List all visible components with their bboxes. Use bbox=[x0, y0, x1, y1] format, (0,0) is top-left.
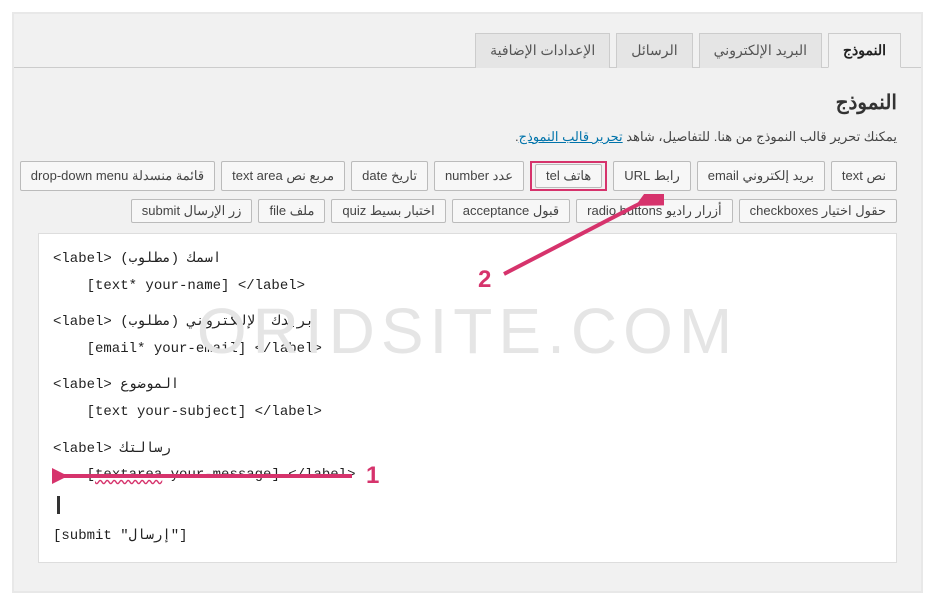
tag-textarea[interactable]: مربع نص text area bbox=[221, 161, 345, 191]
tag-checkboxes[interactable]: حقول اختيار checkboxes bbox=[739, 199, 897, 223]
tag-dropdown[interactable]: قائمة منسدلة drop-down menu bbox=[20, 161, 215, 191]
tag-row-1: نص text بريد إلكتروني email رابط URL هات… bbox=[38, 161, 897, 191]
tag-number[interactable]: عدد number bbox=[434, 161, 524, 191]
tag-quiz[interactable]: اختبار بسيط quiz bbox=[331, 199, 445, 223]
tag-radio[interactable]: أزرار راديو radio buttons bbox=[576, 199, 732, 223]
editor-line: <label> الموضوع bbox=[53, 372, 882, 399]
tab-form[interactable]: النموذج bbox=[828, 33, 901, 68]
tag-url[interactable]: رابط URL bbox=[613, 161, 690, 191]
editor-line: [text your-subject] </label> bbox=[53, 399, 882, 426]
tag-tel[interactable]: هاتف tel bbox=[535, 164, 602, 188]
tab-additional[interactable]: الإعدادات الإضافية bbox=[475, 33, 610, 68]
tag-email[interactable]: بريد إلكتروني email bbox=[697, 161, 825, 191]
editor-line: [email* your-email] </label> bbox=[53, 336, 882, 363]
tag-acceptance[interactable]: قبول acceptance bbox=[452, 199, 570, 223]
tab-messages[interactable]: الرسائل bbox=[616, 33, 692, 68]
editor-cursor-line bbox=[53, 493, 882, 520]
text-cursor bbox=[57, 496, 60, 514]
help-prefix: يمكنك تحرير قالب النموذج من هنا. للتفاصي… bbox=[623, 129, 897, 144]
tag-text[interactable]: نص text bbox=[831, 161, 897, 191]
editor-line: [textarea your-message] </label> bbox=[53, 462, 882, 489]
help-text: يمكنك تحرير قالب النموذج من هنا. للتفاصي… bbox=[38, 129, 897, 145]
editor-line: <label> رسالتك bbox=[53, 436, 882, 463]
editor-line: <label> بريدك الإلكتروني (مطلوب) bbox=[53, 309, 882, 336]
annotation-1: 1 bbox=[366, 462, 379, 490]
editor-line: <label> اسمك (مطلوب) bbox=[53, 246, 882, 273]
section-title: النموذج bbox=[38, 90, 897, 115]
tab-mail[interactable]: البريد الإلكتروني bbox=[699, 33, 822, 68]
highlight-box: هاتف tel bbox=[530, 161, 607, 191]
tabs-bar: النموذج البريد الإلكتروني الرسائل الإعدا… bbox=[14, 14, 921, 68]
spellcheck-squiggle: textarea bbox=[95, 467, 162, 483]
help-link[interactable]: تحرير قالب النموذج bbox=[519, 129, 623, 144]
form-editor[interactable]: <label> اسمك (مطلوب) [text* your-name] <… bbox=[38, 233, 897, 563]
tag-row-2: حقول اختيار checkboxes أزرار راديو radio… bbox=[38, 199, 897, 223]
editor-line: [submit "إرسال"] bbox=[53, 523, 882, 550]
form-section: النموذج يمكنك تحرير قالب النموذج من هنا.… bbox=[14, 68, 921, 587]
editor-line: [text* your-name] </label> bbox=[53, 273, 882, 300]
annotation-2: 2 bbox=[478, 266, 491, 294]
tag-generator: نص text بريد إلكتروني email رابط URL هات… bbox=[38, 161, 897, 223]
tag-date[interactable]: تاريخ date bbox=[351, 161, 428, 191]
tag-file[interactable]: ملف file bbox=[258, 199, 325, 223]
tag-submit[interactable]: زر الإرسال submit bbox=[131, 199, 253, 223]
